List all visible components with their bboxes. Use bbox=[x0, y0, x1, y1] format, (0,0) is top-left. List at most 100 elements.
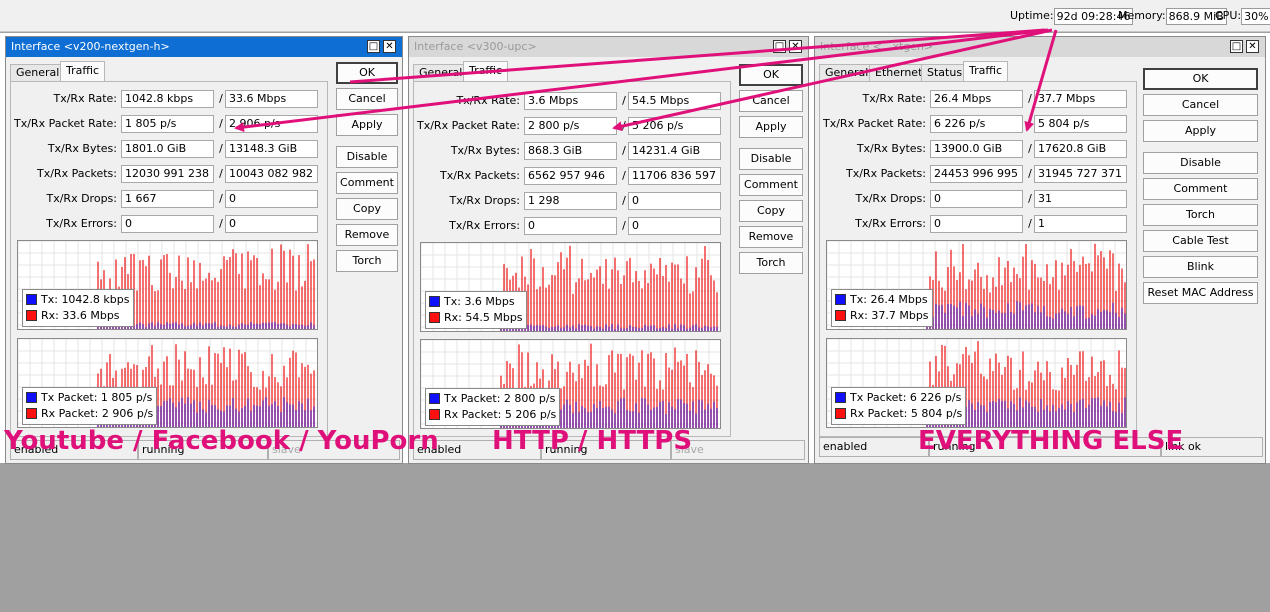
comment-button[interactable]: Comment bbox=[739, 174, 803, 196]
traffic-rate-graph: Tx: 26.4 Mbps Rx: 37.7 Mbps bbox=[826, 240, 1127, 330]
remove-button[interactable]: Remove bbox=[739, 226, 803, 248]
legend-rx-packet-label: Rx Packet: bbox=[444, 408, 502, 421]
rx-bytes-field: 17620.8 GiB bbox=[1034, 140, 1127, 158]
cancel-button[interactable]: Cancel bbox=[739, 90, 803, 112]
cancel-button[interactable]: Cancel bbox=[1143, 94, 1258, 116]
tx-bytes-field: 1801.0 GiB bbox=[121, 140, 214, 158]
legend-rx-label: Rx: bbox=[41, 309, 59, 322]
legend-rx-label: Rx: bbox=[850, 309, 868, 322]
legend-tx-packet-value: 6 226 p/s bbox=[909, 391, 962, 404]
rate-legend: Tx: 26.4 Mbps Rx: 37.7 Mbps bbox=[831, 289, 933, 327]
tx-rx-packets-label: Tx/Rx Packets: bbox=[439, 169, 520, 182]
rx-errors-field: 1 bbox=[1034, 215, 1127, 233]
tab-general[interactable]: General bbox=[413, 64, 469, 81]
tx-packet-rate-field: 6 226 p/s bbox=[930, 115, 1023, 133]
rx-packets-field: 11706 836 597 bbox=[628, 167, 721, 185]
cpu-stat: CPU: 30% bbox=[1215, 8, 1270, 25]
cancel-button[interactable]: Cancel bbox=[336, 88, 398, 110]
tab-general[interactable]: General bbox=[10, 64, 66, 81]
tab-traffic[interactable]: Traffic bbox=[60, 61, 106, 81]
interface-window-v200-nextgen-h[interactable]: Interface <v200-nextgen-h> □ ✕ General T… bbox=[5, 36, 403, 464]
legend-tx-packet-label: Tx Packet: bbox=[850, 391, 907, 404]
caption-window-1: Youtube / Facebook / YouPorn bbox=[4, 426, 439, 456]
window-title: Interface <...xtgen> bbox=[820, 40, 934, 53]
comment-button[interactable]: Comment bbox=[1143, 178, 1258, 200]
legend-rx: Rx: 33.6 Mbps bbox=[26, 308, 130, 324]
remove-button[interactable]: Remove bbox=[336, 224, 398, 246]
disable-button[interactable]: Disable bbox=[336, 146, 398, 168]
tx-rate-field: 1042.8 kbps bbox=[121, 90, 214, 108]
tx-rx-drops-label: Tx/Rx Drops: bbox=[855, 192, 927, 205]
rx-color-swatch bbox=[429, 312, 440, 323]
window-title-bar[interactable]: Interface <...xtgen> bbox=[815, 37, 1265, 57]
tx-packets-field: 6562 957 946 bbox=[524, 167, 617, 185]
tx-color-swatch bbox=[26, 294, 37, 305]
tx-color-swatch bbox=[429, 296, 440, 307]
tx-rx-packet-rate-label: Tx/Rx Packet Rate: bbox=[417, 119, 520, 132]
close-icon[interactable]: ✕ bbox=[789, 40, 802, 53]
legend-tx-value: 1042.8 kbps bbox=[61, 293, 130, 306]
tx-errors-field: 0 bbox=[524, 217, 617, 235]
tx-errors-field: 0 bbox=[930, 215, 1023, 233]
tx-color-swatch bbox=[26, 392, 37, 403]
tx-rx-rate-label: Tx/Rx Rate: bbox=[53, 92, 117, 105]
copy-button[interactable]: Copy bbox=[739, 200, 803, 222]
legend-tx: Tx: 3.6 Mbps bbox=[429, 294, 523, 310]
legend-tx-packet-value: 1 805 p/s bbox=[100, 391, 153, 404]
legend-tx-packet-value: 2 800 p/s bbox=[503, 392, 556, 405]
apply-button[interactable]: Apply bbox=[739, 116, 803, 138]
maximize-icon[interactable]: □ bbox=[367, 40, 380, 53]
legend-rx-packet-value: 5 804 p/s bbox=[910, 407, 963, 420]
tx-rx-drops-label: Tx/Rx Drops: bbox=[449, 194, 521, 207]
disable-button[interactable]: Disable bbox=[1143, 152, 1258, 174]
close-icon[interactable]: ✕ bbox=[383, 40, 396, 53]
reset-mac-address-button[interactable]: Reset MAC Address bbox=[1143, 282, 1258, 304]
close-icon[interactable]: ✕ bbox=[1246, 40, 1259, 53]
tx-rx-packet-rate-label: Tx/Rx Packet Rate: bbox=[14, 117, 117, 130]
disable-button[interactable]: Disable bbox=[739, 148, 803, 170]
cable-test-button[interactable]: Cable Test bbox=[1143, 230, 1258, 252]
maximize-icon[interactable]: □ bbox=[773, 40, 786, 53]
legend-rx-packet-value: 2 906 p/s bbox=[101, 407, 154, 420]
legend-rx-packet: Rx Packet: 5 804 p/s bbox=[835, 406, 962, 422]
copy-button[interactable]: Copy bbox=[336, 198, 398, 220]
tab-general[interactable]: General bbox=[819, 64, 875, 81]
rx-packets-field: 31945 727 371 bbox=[1034, 165, 1127, 183]
interface-window-v300-upc[interactable]: Interface <v300-upc> □ ✕ General Traffic… bbox=[408, 36, 809, 464]
status-toolbar: Uptime: 92d 09:28:46 Memory: 868.9 MiB CPU… bbox=[0, 0, 1270, 32]
traffic-rate-graph: Tx: 1042.8 kbps Rx: 33.6 Mbps bbox=[17, 240, 318, 330]
legend-rx-label: Rx: bbox=[444, 311, 462, 324]
ok-button[interactable]: OK bbox=[739, 64, 803, 86]
apply-button[interactable]: Apply bbox=[336, 114, 398, 136]
tab-traffic[interactable]: Traffic bbox=[963, 61, 1009, 81]
comment-button[interactable]: Comment bbox=[336, 172, 398, 194]
rx-color-swatch bbox=[429, 409, 440, 420]
uptime-label: Uptime: bbox=[1010, 9, 1054, 22]
legend-tx-label: Tx: bbox=[444, 295, 461, 308]
tx-rx-packet-rate-label: Tx/Rx Packet Rate: bbox=[823, 117, 926, 130]
window-title: Interface <v200-nextgen-h> bbox=[11, 40, 170, 53]
torch-button[interactable]: Torch bbox=[1143, 204, 1258, 226]
tx-drops-field: 0 bbox=[930, 190, 1023, 208]
tab-status[interactable]: Status bbox=[921, 64, 969, 81]
ok-button[interactable]: OK bbox=[336, 62, 398, 84]
apply-button[interactable]: Apply bbox=[1143, 120, 1258, 142]
torch-button[interactable]: Torch bbox=[336, 250, 398, 272]
legend-rx-packet-label: Rx Packet: bbox=[41, 407, 99, 420]
rx-packet-rate-field: 5 206 p/s bbox=[628, 117, 721, 135]
torch-button[interactable]: Torch bbox=[739, 252, 803, 274]
interface-window-nextgen[interactable]: Interface <...xtgen> □ ✕ General Etherne… bbox=[814, 36, 1266, 464]
packet-legend: Tx Packet: 2 800 p/s Rx Packet: 5 206 p/… bbox=[425, 388, 561, 426]
window-title-bar[interactable]: Interface <v300-upc> bbox=[409, 37, 808, 57]
tx-color-swatch bbox=[429, 393, 440, 404]
tx-packets-field: 12030 991 238 bbox=[121, 165, 214, 183]
legend-rx: Rx: 54.5 Mbps bbox=[429, 310, 523, 326]
tab-ethernet[interactable]: Ethernet bbox=[869, 64, 929, 81]
tx-color-swatch bbox=[835, 294, 846, 305]
tx-bytes-field: 13900.0 GiB bbox=[930, 140, 1023, 158]
window-title-bar[interactable]: Interface <v200-nextgen-h> bbox=[6, 37, 402, 57]
tab-traffic[interactable]: Traffic bbox=[463, 61, 509, 81]
blink-button[interactable]: Blink bbox=[1143, 256, 1258, 278]
maximize-icon[interactable]: □ bbox=[1230, 40, 1243, 53]
ok-button[interactable]: OK bbox=[1143, 68, 1258, 90]
